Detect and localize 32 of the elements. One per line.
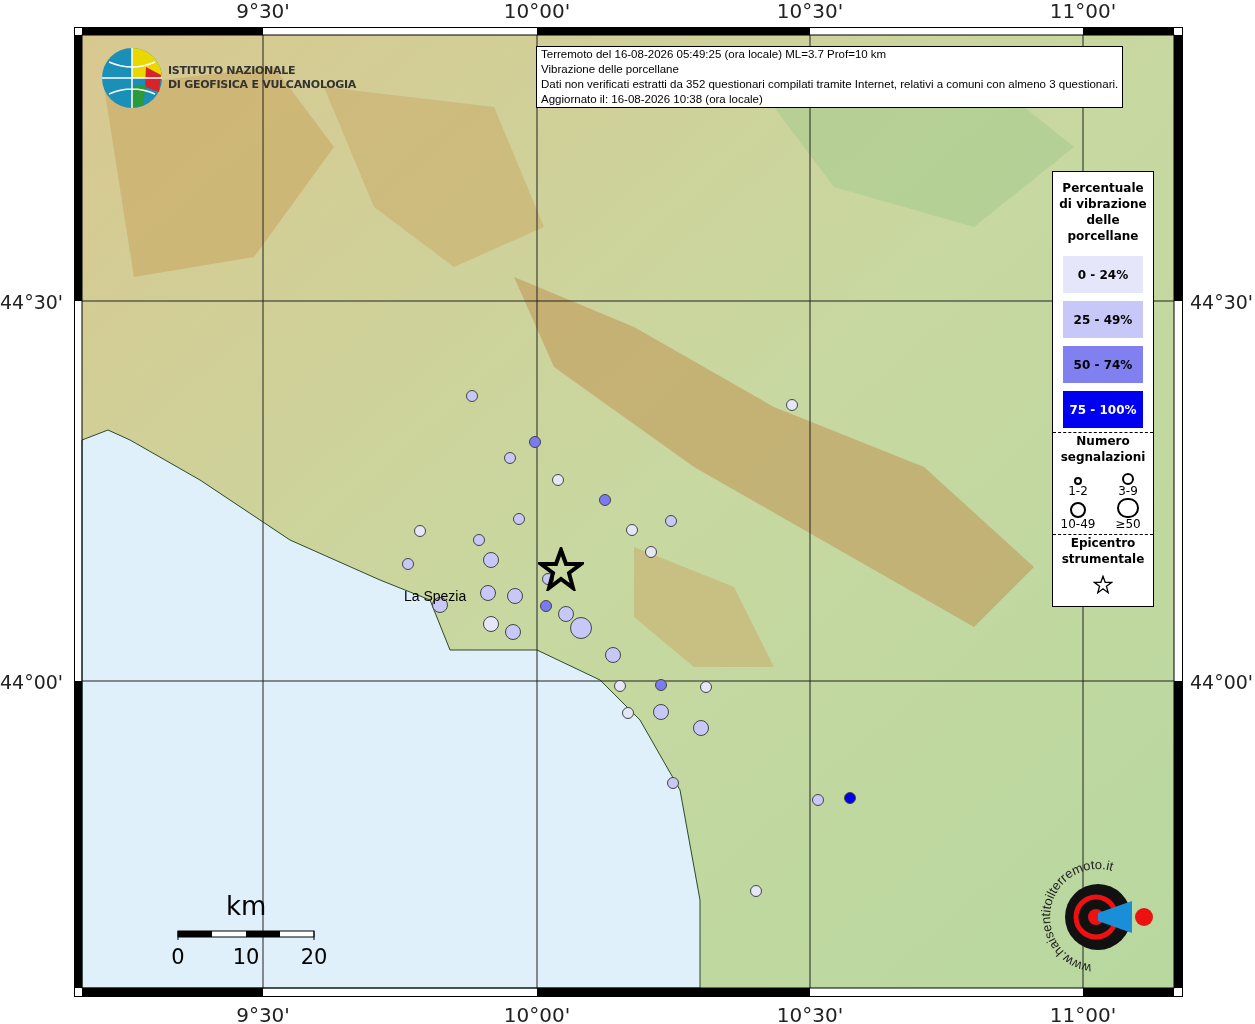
latitude-label: 44°00' — [1190, 670, 1254, 695]
legend-swatch: 0 - 24% — [1063, 256, 1143, 293]
globe-logo-icon — [101, 47, 163, 109]
legend-subtitle: Epicentro strumentale — [1060, 535, 1146, 567]
latitude-label: 44°00' — [0, 670, 64, 695]
longitude-label: 10°30' — [776, 1002, 844, 1024]
longitude-label: 10°30' — [776, 0, 844, 25]
longitude-label: 11°00' — [1049, 0, 1117, 25]
legend-title: Percentuale di vibrazione delle porcellane — [1058, 180, 1148, 244]
size-label: ≥50 — [1115, 518, 1141, 531]
longitude-label: 10°00' — [503, 1002, 571, 1024]
legend-swatch: 25 - 49% — [1063, 301, 1143, 338]
scale-label: 20 — [300, 944, 328, 971]
info-box: Terremoto del 16-08-2026 05:49:25 (ora locale) ML=3.7 Prof=10 km Vibrazione delle porcellane Dati non verificati estratti da 352 questionari compilati tramite Internet, relativi a comuni con almeno 3 questionari. Aggiornato il: 16-08-2026 10:38 (ora locale) — [536, 46, 1124, 108]
longitude-label: 9°30' — [236, 0, 290, 25]
legend-subtitle: Numero segnalazioni — [1059, 433, 1147, 465]
epicenter-star-icon — [538, 547, 584, 591]
latitude-label: 44°30' — [1190, 290, 1254, 315]
scale-unit: km — [226, 890, 267, 923]
size-label: 1-2 — [1068, 485, 1088, 498]
longitude-label: 10°00' — [503, 0, 571, 25]
scale-label: 10 — [232, 944, 260, 971]
legend-swatch: 75 - 100% — [1063, 391, 1143, 428]
legend-swatch: 50 - 74% — [1063, 346, 1143, 383]
longitude-label: 11°00' — [1049, 1002, 1117, 1024]
longitude-label: 9°30' — [236, 1002, 290, 1024]
size-label: 3-9 — [1118, 485, 1138, 498]
size-label: 10-49 — [1060, 518, 1096, 531]
star-icon — [1093, 575, 1113, 594]
city-label: La Spezia — [404, 587, 467, 606]
latitude-label: 44°30' — [0, 290, 64, 315]
scale-label: 0 — [171, 944, 185, 971]
